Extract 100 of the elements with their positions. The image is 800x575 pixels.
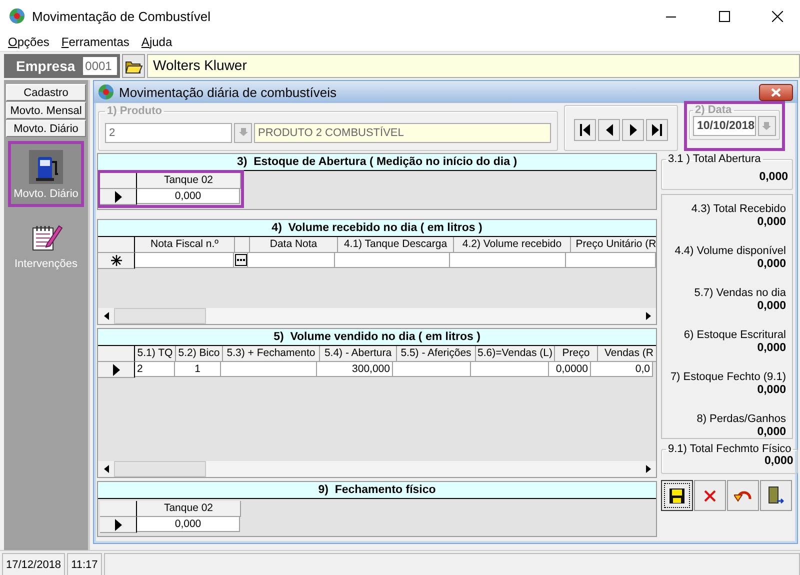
maximize-icon [718, 10, 730, 22]
column-header: 5.1) TQ [135, 346, 176, 362]
total-label: 6) Estoque Escritural [682, 329, 786, 341]
fuel-pump-icon [29, 150, 63, 184]
undo-icon [734, 488, 752, 502]
column-header: 5.6)=Vendas (L) [476, 346, 555, 362]
menu-item[interactable]: Ajuda [141, 34, 172, 48]
down-arrow-icon [762, 122, 772, 130]
window-title: Movimentação de Combustível [32, 8, 212, 24]
column-header: 5.3) + Fechamento [223, 346, 320, 362]
product-legend: 1) Produto [105, 105, 164, 117]
table-cell: 0,0 [591, 362, 653, 377]
down-arrow-icon [238, 128, 248, 137]
company-name-field[interactable]: Wolters Kluwer [147, 54, 800, 78]
door-icon [768, 486, 784, 506]
total-label: 4.4) Volume disponível [674, 245, 786, 257]
total-label: 8) Perdas/Ganhos [696, 413, 786, 425]
scroll-left-button[interactable] [98, 308, 114, 324]
total-value: 0,000 [756, 300, 786, 312]
column-header: Vendas (R [598, 346, 656, 362]
column-header: 5.5) - Aferições [397, 346, 476, 362]
column-header: Data Nota [250, 237, 338, 253]
column-header: 4.1) Tanque Descarga [338, 237, 454, 253]
lookup-button[interactable] [235, 254, 247, 266]
undo-button[interactable] [727, 480, 759, 511]
delete-icon [704, 490, 716, 502]
left-arrow-icon [104, 465, 108, 473]
app-icon [98, 84, 114, 100]
total-value: 0,000 [758, 171, 788, 183]
section-title: 9) Fechamento físico [98, 482, 656, 499]
first-icon [580, 124, 590, 136]
total-value: 0,000 [756, 258, 786, 270]
product-name-field: PRODUTO 2 COMBUSTÍVEL [254, 122, 551, 142]
total-label: 9.1) Total Fechmto Físico [667, 443, 792, 455]
next-icon [630, 124, 636, 136]
floppy-icon [669, 488, 685, 504]
scroll-thumb[interactable] [114, 461, 206, 477]
status-date: 17/12/2018 [2, 553, 66, 575]
close-button[interactable] [759, 84, 793, 100]
table-cell: 0,000 [137, 517, 240, 532]
column-header: Preço [555, 346, 598, 362]
column-header: 4.2) Volume recebido [454, 237, 571, 253]
delete-button[interactable] [694, 480, 726, 511]
column-header: 5.2) Bico [176, 346, 223, 362]
right-arrow-icon [646, 312, 650, 320]
scroll-thumb[interactable] [114, 308, 206, 324]
close-icon [771, 88, 781, 96]
folder-button[interactable] [122, 54, 145, 78]
menu-item[interactable]: Opções [8, 34, 50, 48]
total-value: 0,000 [756, 216, 786, 228]
total-value: 0,000 [756, 342, 786, 354]
right-arrow-icon [646, 465, 650, 473]
scroll-right-button[interactable] [640, 461, 656, 477]
total-label: 3.1 ) Total Abertura [667, 153, 762, 165]
sidebar-tab[interactable]: Movto. Mensal [6, 102, 86, 119]
status-time: 11:17 [67, 553, 102, 575]
scroll-left-button[interactable] [98, 461, 114, 477]
company-code-field[interactable]: 0001 [83, 57, 117, 75]
total-label: 5.7) Vendas no dia [693, 287, 786, 299]
column-header: Tanque 02 [137, 173, 241, 189]
last-record-button[interactable] [646, 119, 668, 141]
ellipsis-icon [237, 258, 245, 262]
left-arrow-icon [104, 312, 108, 320]
column-header: Preço Unitário (R [571, 237, 656, 253]
last-icon [652, 124, 662, 136]
next-record-button[interactable] [622, 119, 644, 141]
sidebar-tab[interactable]: Movto. Diário [6, 120, 86, 137]
close-icon [772, 10, 782, 22]
horizontal-scrollbar[interactable] [98, 308, 656, 324]
column-header: Nota Fiscal n.º [135, 237, 235, 253]
save-button[interactable] [661, 480, 693, 511]
table-cell: 0,0000 [549, 362, 591, 377]
horizontal-scrollbar[interactable] [98, 461, 656, 477]
total-value: 0,000 [764, 455, 794, 467]
product-code-field[interactable]: 2 [105, 122, 232, 142]
section-title: 3) Estoque de Abertura ( Medição no início do dia ) [98, 154, 656, 171]
table-cell: 300,000 [317, 362, 393, 377]
scroll-right-button[interactable] [640, 308, 656, 324]
total-value: 0,000 [756, 426, 786, 438]
section-title: 5) Volume vendido no dia ( em litros ) [98, 329, 656, 346]
total-label: 4.3) Total Recebido [690, 203, 786, 215]
column-header: 5.4) - Abertura [320, 346, 397, 362]
date-legend: 2) Data [693, 104, 734, 116]
column-header: Tanque 02 [137, 501, 241, 517]
total-label: 7) Estoque Fechto (9.1) [669, 371, 786, 383]
app-icon [9, 8, 25, 24]
table-cell: 1 [175, 362, 221, 377]
first-record-button[interactable] [574, 119, 596, 141]
section-title: 4) Volume recebido no dia ( em litros ) [98, 220, 656, 237]
form-title: Movimentação diária de combustíveis [119, 84, 338, 100]
menu-item[interactable]: Ferramentas [61, 34, 130, 48]
sidebar-tab[interactable]: Cadastro [6, 84, 86, 101]
date-field[interactable]: 10/10/2018 [693, 116, 756, 136]
total-value: 0,000 [756, 384, 786, 396]
previous-icon [606, 124, 612, 136]
table-cell: 2 [135, 362, 175, 377]
exit-button[interactable] [760, 480, 792, 511]
previous-record-button[interactable] [598, 119, 620, 141]
table-cell: 0,000 [137, 189, 240, 204]
company-label: Empresa [16, 58, 76, 74]
